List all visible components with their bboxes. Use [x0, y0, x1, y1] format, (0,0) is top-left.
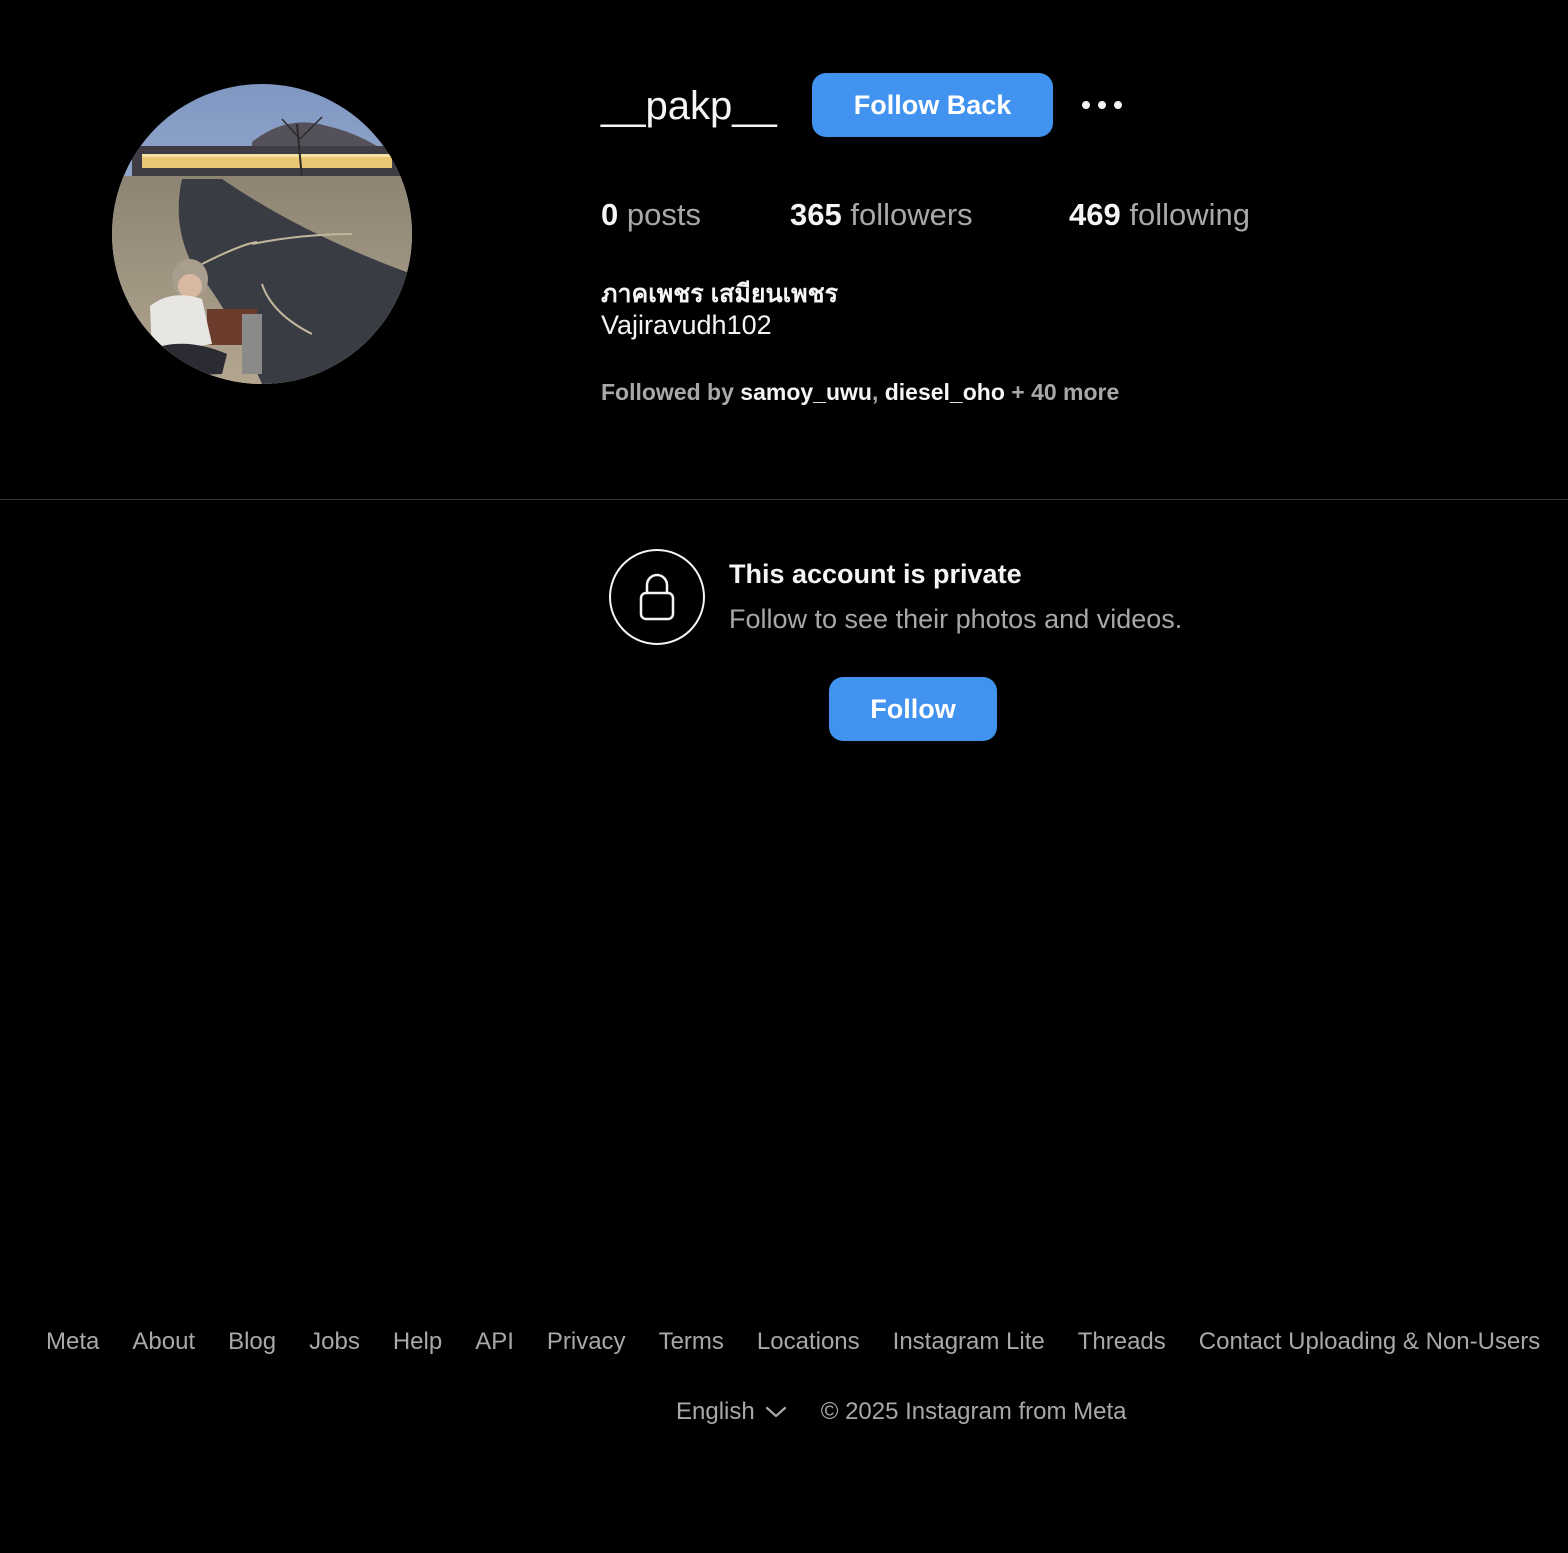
section-divider	[0, 499, 1568, 500]
posts-label: posts	[626, 197, 701, 232]
chevron-down-icon	[765, 1406, 786, 1418]
footer-link-jobs[interactable]: Jobs	[309, 1328, 360, 1356]
footer-bottom: English © 2025 Instagram from Meta	[676, 1398, 1127, 1426]
followed-by-suffix: + 40 more	[1004, 379, 1120, 405]
more-horizontal-icon	[1098, 101, 1106, 109]
followed-by-separator: ,	[871, 379, 885, 405]
profile-username: __pakp__	[601, 84, 777, 128]
following-number: 469	[1069, 197, 1121, 232]
followers-label: followers	[850, 197, 973, 232]
follow-button[interactable]: Follow	[829, 677, 997, 741]
footer-link-blog[interactable]: Blog	[228, 1328, 276, 1356]
footer-link-threads[interactable]: Threads	[1078, 1328, 1166, 1356]
footer-link-terms[interactable]: Terms	[659, 1328, 724, 1356]
posts-count: 0 posts	[601, 194, 701, 236]
more-horizontal-icon	[1114, 101, 1122, 109]
mutual-follower-name: samoy_uwu	[740, 379, 872, 405]
lock-icon-circle	[609, 549, 705, 645]
profile-bio: Vajiravudh102	[601, 310, 772, 340]
following-label: following	[1129, 197, 1250, 232]
footer-link-api[interactable]: API	[475, 1328, 514, 1356]
more-options-button[interactable]	[1076, 88, 1128, 122]
profile-full-name: ภาคเพชร เสมียนเพชร	[601, 280, 839, 308]
following-link[interactable]: 469 following	[1069, 194, 1250, 236]
private-account-title: This account is private	[729, 559, 1022, 589]
lock-icon	[639, 573, 675, 621]
footer-link-meta[interactable]: Meta	[46, 1328, 99, 1356]
language-label: English	[676, 1398, 755, 1425]
followed-by-link[interactable]: Followed by samoy_uwu, diesel_oho + 40 m…	[601, 379, 1119, 406]
avatar-photo	[112, 84, 412, 384]
posts-number: 0	[601, 197, 619, 232]
more-horizontal-icon	[1082, 101, 1090, 109]
footer-link-privacy[interactable]: Privacy	[547, 1328, 626, 1356]
profile-avatar[interactable]	[112, 84, 412, 384]
profile-page: __pakp__ Follow Back 0 posts 365 followe…	[0, 0, 1568, 1553]
followers-link[interactable]: 365 followers	[790, 194, 973, 236]
footer-link-about[interactable]: About	[132, 1328, 195, 1356]
footer-link-contact-uploading[interactable]: Contact Uploading & Non-Users	[1199, 1328, 1541, 1356]
footer-links: Meta About Blog Jobs Help API Privacy Te…	[46, 1328, 1540, 1356]
footer-link-help[interactable]: Help	[393, 1328, 442, 1356]
footer-link-instagram-lite[interactable]: Instagram Lite	[893, 1328, 1045, 1356]
private-account-subtitle: Follow to see their photos and videos.	[729, 604, 1183, 634]
copyright-text: © 2025 Instagram from Meta	[820, 1398, 1127, 1425]
footer-link-locations[interactable]: Locations	[757, 1328, 860, 1356]
language-select[interactable]: English	[676, 1398, 787, 1426]
mutual-follower-name: diesel_oho	[884, 379, 1005, 405]
followers-number: 365	[790, 197, 842, 232]
followed-by-prefix: Followed by	[601, 379, 741, 405]
follow-back-button[interactable]: Follow Back	[812, 73, 1053, 137]
